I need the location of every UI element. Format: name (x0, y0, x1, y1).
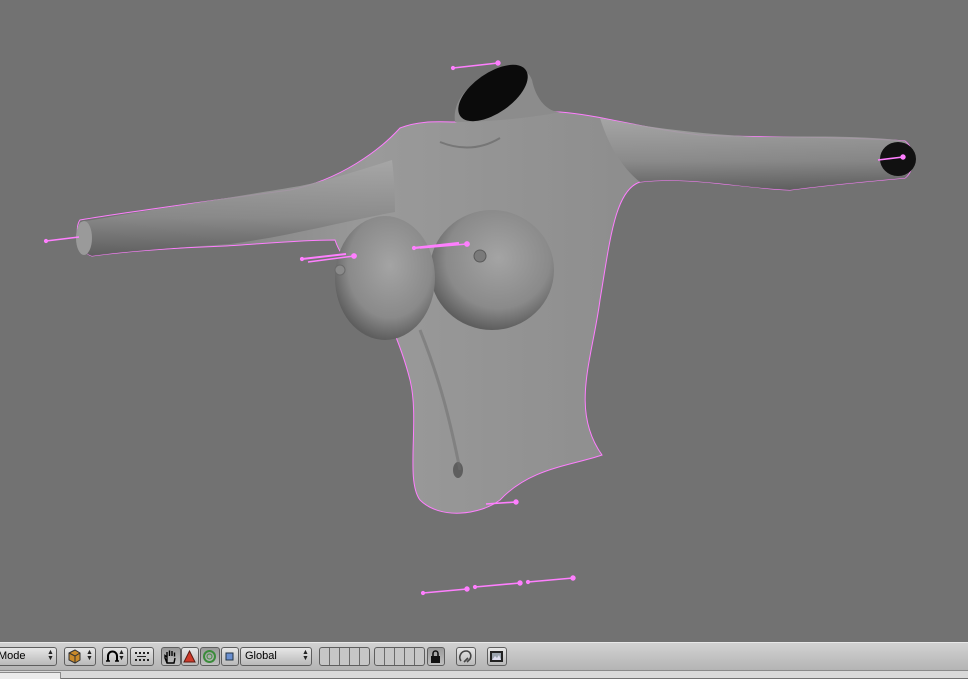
3d-viewport[interactable] (0, 0, 968, 642)
ring-icon (202, 649, 217, 664)
layer-button[interactable] (385, 648, 395, 665)
orientation-select[interactable]: Global ▲ ▼ (240, 647, 312, 666)
chevron-updown-icon: ▲ ▼ (302, 649, 309, 662)
chevron-updown-icon: ▲ ▼ (47, 649, 54, 662)
bone-leg-2 (472, 580, 523, 590)
layer-button[interactable] (330, 648, 340, 665)
mesh-body[interactable] (76, 54, 916, 514)
manipulator-toggle-button[interactable] (161, 647, 181, 666)
bone-leg-1 (420, 586, 470, 596)
bone-neck (450, 60, 501, 71)
mode-select-label: Mode (0, 650, 26, 662)
snap-toggle[interactable] (130, 647, 154, 666)
footer-strip (0, 670, 968, 678)
viewport-header: Mode ▲ ▼ ▲ ▼ ▲ ▼ Global ▲ ▼ (0, 642, 968, 670)
rotate-manipulator-button[interactable] (200, 647, 220, 666)
layer-button[interactable] (395, 648, 405, 665)
layer-button[interactable] (360, 648, 369, 665)
layer-button[interactable] (320, 648, 330, 665)
pivot-select[interactable]: ▲ ▼ (102, 647, 128, 666)
square-icon (222, 649, 237, 664)
translate-manipulator-button[interactable] (181, 647, 199, 666)
mode-select[interactable]: Mode ▲ ▼ (0, 647, 57, 666)
proportional-edit-button[interactable] (456, 647, 476, 666)
render-preview-button[interactable] (487, 647, 507, 666)
magnet-icon (458, 649, 473, 664)
layer-button[interactable] (405, 648, 415, 665)
layer-button[interactable] (375, 648, 385, 665)
layer-buttons-group-1[interactable] (319, 647, 370, 666)
layer-button[interactable] (415, 648, 424, 665)
draw-type-select[interactable]: ▲ ▼ (64, 647, 96, 666)
chevron-updown-icon: ▲ ▼ (118, 649, 125, 662)
layer-buttons-group-2[interactable] (374, 647, 425, 666)
render-image-icon (489, 649, 504, 664)
layer-button[interactable] (340, 648, 350, 665)
triangle-icon (182, 649, 197, 664)
viewport-scene (43, 54, 916, 596)
chevron-updown-icon: ▲ ▼ (86, 649, 93, 662)
bone-arm-left (43, 236, 80, 244)
layer-button[interactable] (350, 648, 360, 665)
orientation-select-label: Global (245, 650, 277, 662)
cube-shaded-icon (67, 649, 82, 664)
scale-manipulator-button[interactable] (221, 647, 239, 666)
hand-icon (163, 649, 178, 664)
lock-layers-button[interactable] (427, 647, 445, 666)
snap-dots-icon (134, 649, 149, 664)
bone-leg-3 (525, 575, 576, 585)
lock-icon (428, 649, 443, 664)
